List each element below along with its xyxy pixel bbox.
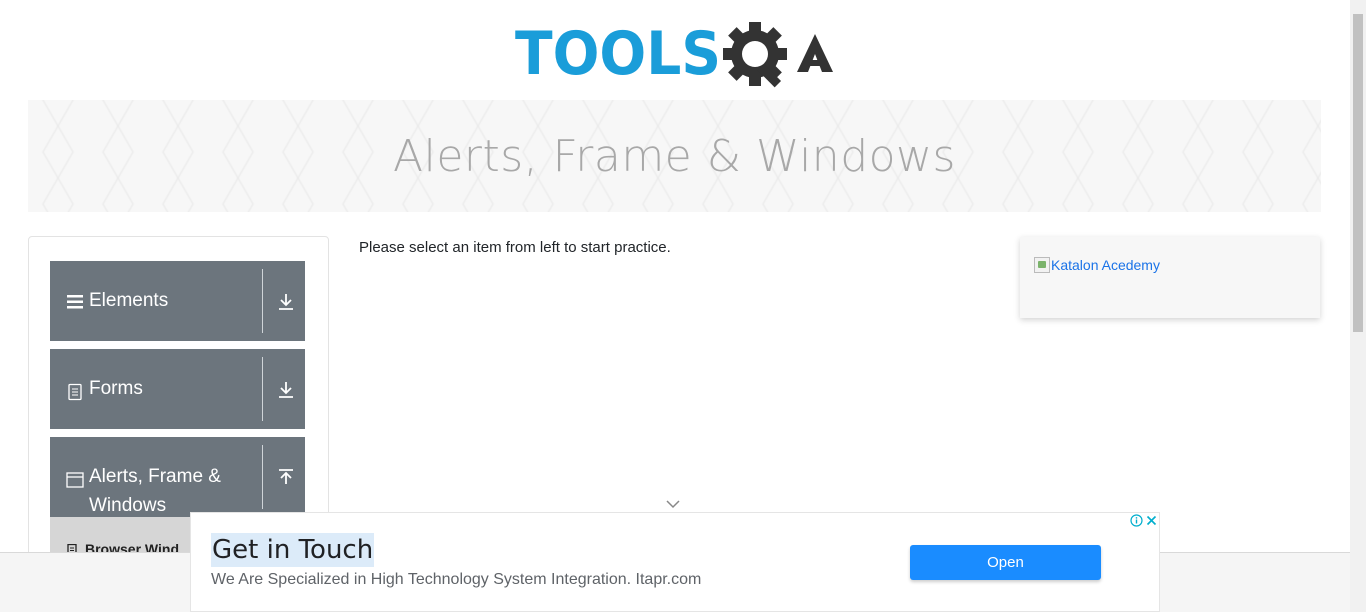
bottom-ad-card[interactable]: Get in Touch We Are Specialized in High … <box>190 512 1160 612</box>
group-label-elements: Elements <box>89 290 169 311</box>
group-divider <box>262 269 263 333</box>
download-arrow-icon[interactable] <box>276 292 296 312</box>
group-label-alerts: Alerts, Frame & <box>89 466 221 487</box>
ad-description: We Are Specialized in High Technology Sy… <box>211 571 702 588</box>
side-ad-banner[interactable]: Katalon Acedemy <box>1020 237 1320 318</box>
group-header-forms[interactable]: Forms <box>50 349 305 429</box>
ad-open-button[interactable]: Open <box>910 545 1101 580</box>
ad-image-alt-text: Katalon Acedemy <box>1051 257 1160 273</box>
ad-close-icon[interactable] <box>1144 513 1159 528</box>
logo-letter-a <box>797 34 833 72</box>
group-header-elements[interactable]: Elements <box>50 261 305 341</box>
hamburger-icon <box>67 295 83 309</box>
document-icon <box>68 383 82 401</box>
broken-image-icon <box>1034 257 1050 273</box>
main-header-banner: Alerts, Frame & Windows <box>28 100 1321 212</box>
window-icon <box>66 472 84 488</box>
ad-title[interactable]: Get in Touch <box>211 533 375 567</box>
group-divider <box>262 357 263 421</box>
katalon-academy-link[interactable]: Katalon Acedemy <box>1034 257 1160 273</box>
upload-arrow-icon[interactable] <box>276 468 296 488</box>
scrollbar-thumb[interactable] <box>1353 14 1363 332</box>
page: TOOLS Alerts, Frame & Windows Elements F… <box>0 0 1366 612</box>
group-label-windows: Windows <box>89 495 167 516</box>
logo-text-tools: TOOLS <box>515 19 721 89</box>
practice-instruction: Please select an item from left to start… <box>359 239 671 256</box>
ad-info-icon[interactable] <box>1129 513 1144 528</box>
page-title: Alerts, Frame & Windows <box>393 130 956 182</box>
group-divider <box>262 445 263 509</box>
page-scrollbar[interactable] <box>1350 0 1366 612</box>
toolsqa-logo[interactable]: TOOLS <box>515 16 839 90</box>
download-arrow-icon[interactable] <box>276 380 296 400</box>
gear-icon <box>723 22 787 88</box>
ad-controls <box>1129 513 1159 528</box>
chevron-down-icon[interactable] <box>665 498 681 510</box>
group-label-forms: Forms <box>89 378 143 399</box>
